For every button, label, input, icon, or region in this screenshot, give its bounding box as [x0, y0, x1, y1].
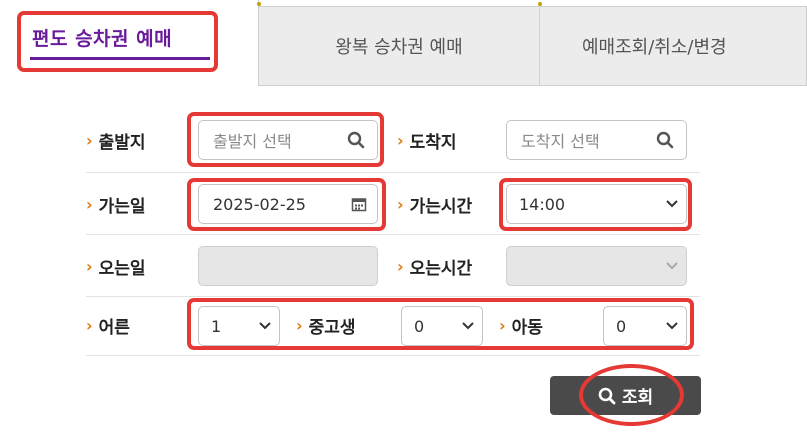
chevron-down-icon	[658, 247, 686, 285]
tab-round-trip[interactable]: 왕복 승차권 예매	[258, 6, 540, 86]
row-divider	[86, 355, 700, 356]
label-arrow-icon: ›	[397, 256, 404, 276]
tab-corner-dot	[257, 2, 261, 6]
search-icon	[656, 131, 674, 149]
tab-manage[interactable]: 예매조회/취소/변경	[539, 6, 807, 86]
tab-corner-dot	[538, 2, 542, 6]
label-arrow-icon: ›	[86, 256, 93, 276]
label-arrow-icon: ›	[397, 130, 404, 150]
row-divider	[86, 234, 700, 235]
adult-label: › 어른	[86, 315, 130, 338]
label-arrow-icon: ›	[86, 130, 93, 150]
row-divider	[86, 172, 700, 173]
label-arrow-icon: ›	[86, 194, 93, 214]
go-date-label: › 가는일	[86, 194, 146, 217]
highlight-go-date	[187, 178, 386, 231]
label-arrow-icon: ›	[86, 315, 93, 335]
departure-label: › 출발지	[86, 130, 146, 153]
highlight-passengers	[187, 298, 694, 350]
return-time-label: › 오는시간	[397, 256, 473, 279]
highlight-tab-one-way	[17, 11, 218, 72]
arrival-input[interactable]: 도착지 선택	[506, 120, 687, 160]
return-date-input	[198, 246, 378, 286]
highlight-departure	[187, 112, 384, 167]
tab-manage-label: 예매조회/취소/변경	[582, 37, 727, 58]
highlight-go-time	[499, 178, 692, 231]
return-date-label: › 오는일	[86, 256, 146, 279]
return-time-select	[506, 246, 687, 286]
arrival-label: › 도착지	[397, 130, 457, 153]
label-arrow-icon: ›	[397, 194, 404, 214]
highlight-search-button	[579, 364, 684, 426]
tab-round-trip-label: 왕복 승차권 예매	[335, 37, 463, 58]
go-time-label: › 가는시간	[397, 194, 473, 217]
row-divider	[86, 296, 700, 297]
